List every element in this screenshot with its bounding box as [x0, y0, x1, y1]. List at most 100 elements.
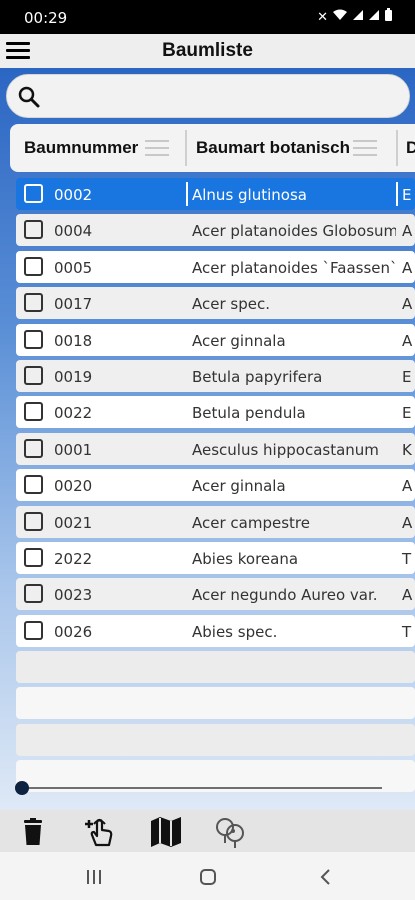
column-menu-icon[interactable]: [145, 140, 169, 156]
cell-baumnummer: 0017: [54, 295, 93, 314]
table-row[interactable]: 0018 Acer ginnala A: [16, 323, 415, 356]
main-content: Baumnummer Baumart botanisch D 0002 Alnu…: [0, 68, 415, 810]
locations-button[interactable]: [212, 814, 250, 850]
map-icon: [151, 817, 181, 847]
table-row[interactable]: 0023 Acer negundo Aureo var. A: [16, 578, 415, 611]
status-icons: ✕: [317, 8, 393, 25]
cell-baumnummer: 0004: [54, 222, 93, 241]
locations-icon: [216, 818, 244, 848]
cell-column-3: A: [402, 295, 413, 314]
cell-baumart-botanisch: Betula papyrifera: [192, 367, 323, 386]
column-header-baumart-botanisch[interactable]: Baumart botanisch: [196, 124, 396, 172]
table-row[interactable]: 2022 Abies koreana T: [16, 541, 415, 574]
tree-list: 0002 Alnus glutinosa E 0004 Acer platano…: [16, 178, 415, 797]
cell-column-3: A: [402, 477, 413, 496]
empty-row: [16, 723, 415, 756]
delete-icon: [24, 818, 42, 845]
table-row[interactable]: 0022 Betula pendula E: [16, 396, 415, 429]
cell-column-3: A: [402, 513, 413, 532]
horizontal-scroll-track[interactable]: [22, 787, 382, 789]
signal-icon: [352, 9, 364, 24]
cell-baumart-botanisch: Acer ginnala: [192, 477, 286, 496]
row-checkbox[interactable]: [24, 475, 43, 495]
cell-baumart-botanisch: Acer negundo Aureo var.: [192, 586, 378, 605]
cell-baumart-botanisch: Acer platanoides `Faassen`:: [192, 258, 396, 277]
status-time: 00:29: [24, 9, 68, 27]
row-checkbox[interactable]: [24, 511, 43, 531]
home-button[interactable]: [193, 864, 223, 890]
search-input[interactable]: [6, 74, 410, 118]
cell-baumnummer: 0018: [54, 331, 93, 350]
signal-icon: [368, 9, 380, 24]
cell-column-3: T: [402, 549, 412, 568]
cell-column-3: T: [402, 622, 412, 641]
row-checkbox[interactable]: [24, 329, 43, 349]
table-row[interactable]: 0017 Acer spec. A: [16, 287, 415, 320]
table-row[interactable]: 0001 Aesculus hippocastanum K: [16, 432, 415, 465]
back-button[interactable]: [310, 864, 340, 890]
row-checkbox[interactable]: [24, 365, 43, 385]
cell-baumnummer: 0005: [54, 258, 93, 277]
row-checkbox[interactable]: [24, 220, 43, 240]
app-bar: Baumliste: [0, 34, 415, 68]
cell-column-3: A: [402, 222, 413, 241]
cell-baumnummer: 0002: [54, 186, 93, 204]
cell-baumart-botanisch: Aesculus hippocastanum: [192, 440, 379, 459]
delete-button[interactable]: [14, 814, 52, 850]
row-checkbox[interactable]: [24, 293, 43, 313]
cell-baumnummer: 0001: [54, 440, 93, 459]
row-checkbox[interactable]: [24, 184, 43, 203]
cell-baumnummer: 0022: [54, 404, 93, 423]
cell-column-3: E: [402, 186, 412, 204]
table-row[interactable]: 0026 Abies spec. T: [16, 614, 415, 647]
cell-column-3: K: [402, 440, 412, 459]
recents-icon: [87, 870, 101, 884]
table-row[interactable]: 0002 Alnus glutinosa E: [16, 178, 415, 210]
cell-column-3: A: [402, 331, 413, 350]
column-menu-icon[interactable]: [353, 140, 377, 156]
column-label: Baumart botanisch: [196, 138, 350, 157]
mute-icon: ✕: [317, 8, 328, 24]
cell-baumart-botanisch: Acer campestre: [192, 513, 310, 532]
row-checkbox[interactable]: [24, 438, 43, 458]
cell-column-3: A: [402, 258, 413, 277]
empty-row: [16, 687, 415, 720]
table-row[interactable]: 0021 Acer campestre A: [16, 505, 415, 538]
bottom-toolbar: [0, 810, 415, 852]
recents-button[interactable]: [79, 864, 109, 890]
cell-baumart-botanisch: Abies koreana: [192, 549, 299, 568]
back-icon: [320, 869, 330, 885]
cell-baumart-botanisch: Alnus glutinosa: [192, 186, 307, 204]
empty-row: [16, 651, 415, 684]
home-icon: [200, 869, 216, 885]
row-checkbox[interactable]: [24, 584, 43, 604]
row-checkbox[interactable]: [24, 547, 43, 567]
cell-baumart-botanisch: Acer platanoides Globosum: [192, 222, 396, 241]
row-checkbox[interactable]: [24, 620, 43, 640]
row-checkbox[interactable]: [24, 402, 43, 422]
add-by-touch-button[interactable]: [80, 814, 118, 850]
table-row[interactable]: 0020 Acer ginnala A: [16, 469, 415, 502]
map-button[interactable]: [147, 814, 185, 850]
column-header-third[interactable]: D: [406, 124, 415, 172]
column-header-baumnummer[interactable]: Baumnummer: [24, 124, 184, 172]
table-row[interactable]: 0019 Betula papyrifera E: [16, 359, 415, 392]
cell-baumart-botanisch: Acer ginnala: [192, 331, 286, 350]
system-nav-bar: [0, 852, 415, 900]
column-separator[interactable]: [185, 130, 187, 166]
cell-baumnummer: 0020: [54, 477, 93, 496]
wifi-icon: [332, 9, 348, 24]
row-checkbox[interactable]: [24, 256, 43, 276]
cell-baumnummer: 0026: [54, 622, 93, 641]
cell-baumnummer: 0023: [54, 586, 93, 605]
cell-column-3: A: [402, 586, 413, 605]
column-label: D: [406, 138, 415, 157]
battery-icon: [384, 8, 393, 25]
cell-baumart-botanisch: Betula pendula: [192, 404, 306, 423]
table-row[interactable]: 0005 Acer platanoides `Faassen`: A: [16, 250, 415, 283]
table-row[interactable]: 0004 Acer platanoides Globosum A: [16, 214, 415, 247]
cell-baumnummer: 2022: [54, 549, 93, 568]
page-title: Baumliste: [162, 40, 253, 61]
horizontal-scroll-thumb[interactable]: [15, 781, 29, 795]
column-separator[interactable]: [396, 130, 398, 166]
